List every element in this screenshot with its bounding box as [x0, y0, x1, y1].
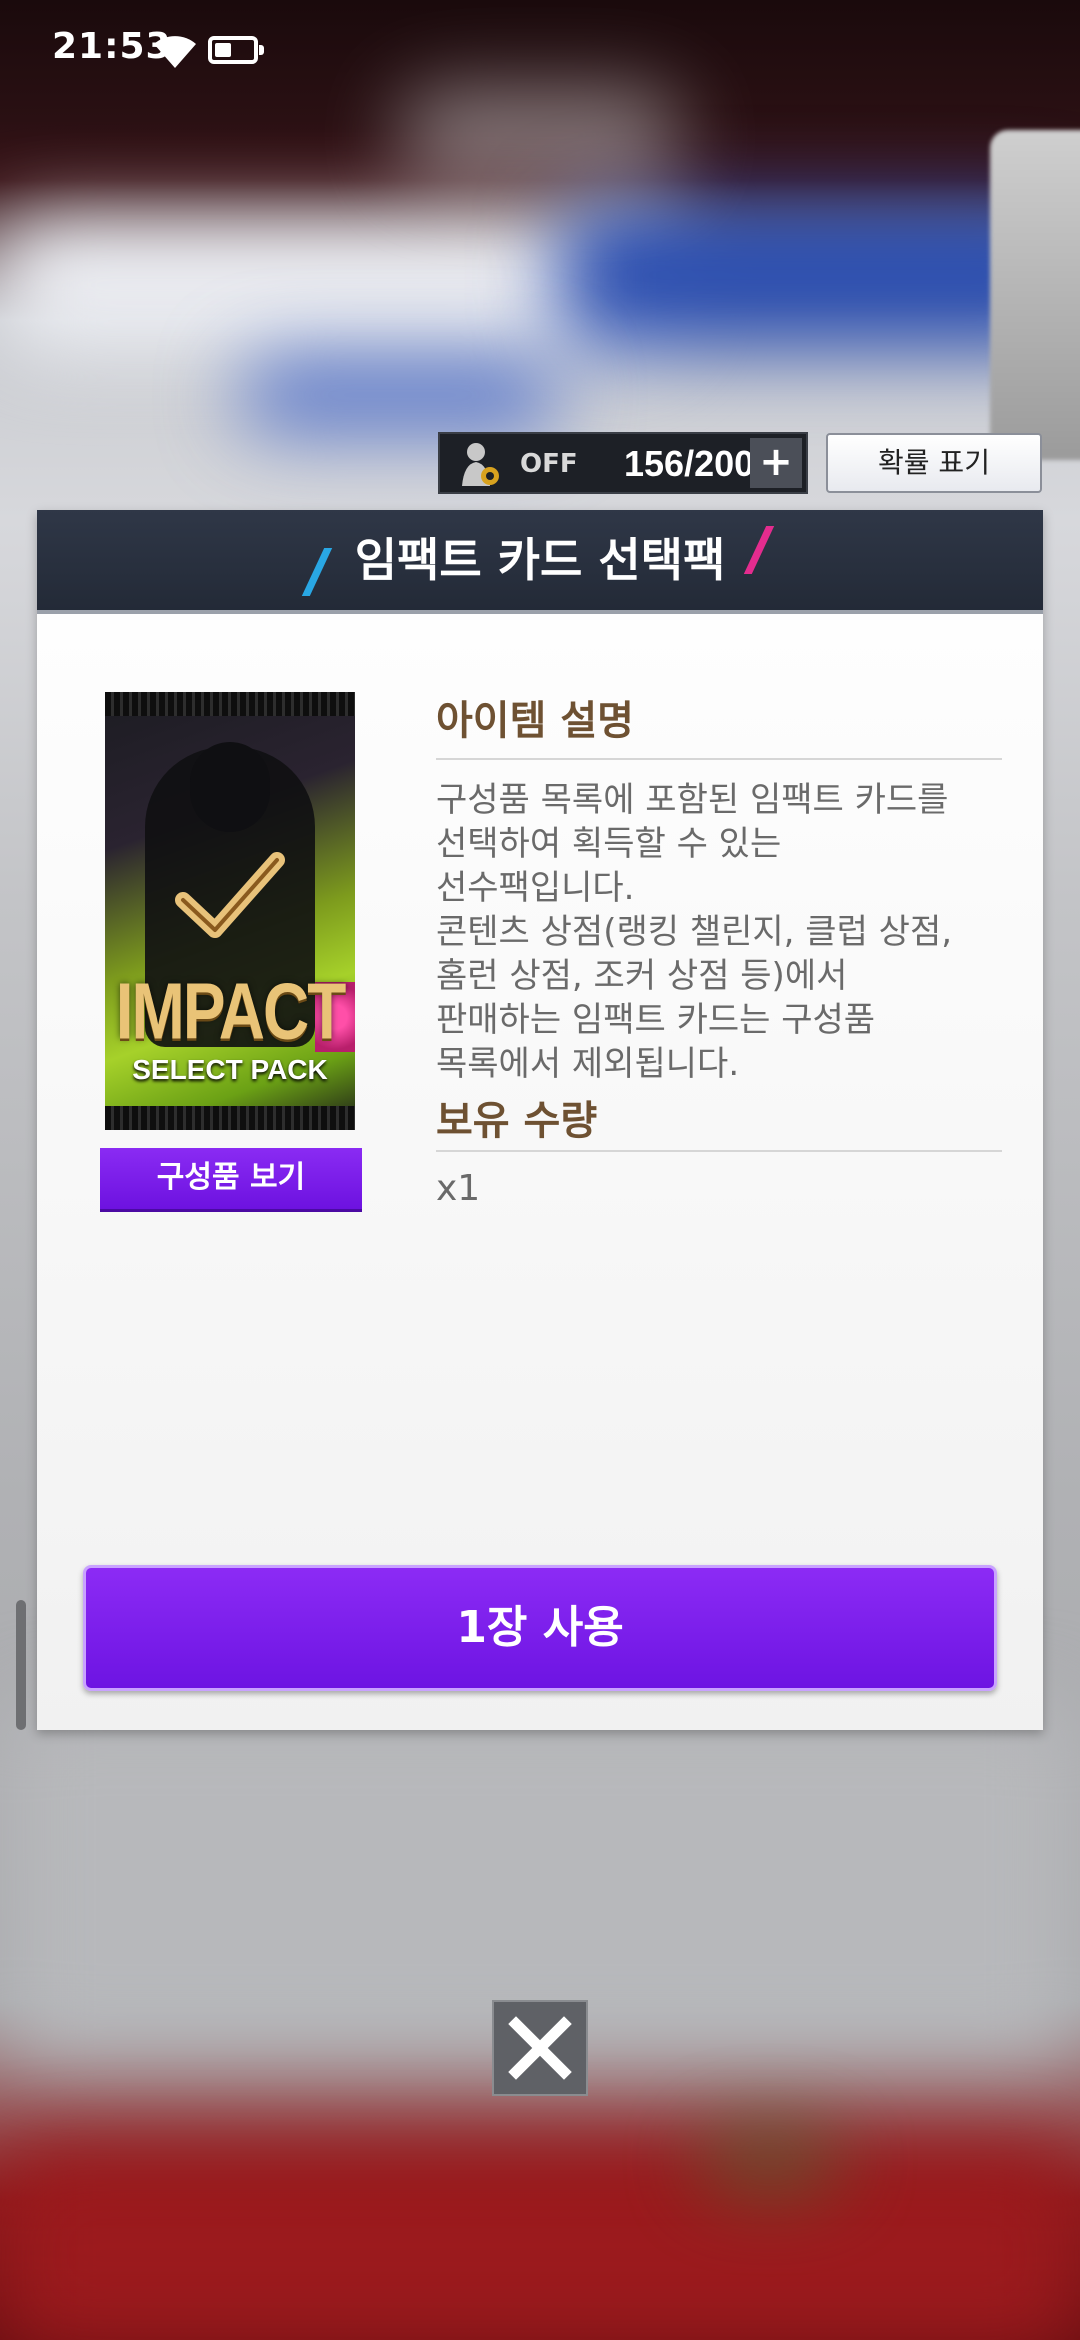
use-one-button[interactable]: 1장 사용	[83, 1565, 997, 1691]
pack-impact-text: IMPACT	[115, 966, 347, 1056]
inventory-count: 156/200	[624, 443, 755, 484]
dialog-header: 임팩트 카드 선택팩	[37, 510, 1043, 614]
status-bar: 21:53	[0, 0, 1080, 100]
description-title: 아이템 설명	[436, 698, 634, 744]
scroll-edge	[16, 1600, 26, 1730]
dialog-title: 임팩트 카드 선택팩	[354, 533, 726, 587]
wifi-icon	[154, 36, 196, 68]
add-slot-button[interactable]: +	[750, 438, 802, 488]
pack-image: IMPACT SELECT PACK	[105, 692, 355, 1130]
view-components-button[interactable]: 구성품 보기	[100, 1148, 362, 1212]
owned-quantity-value: x1	[436, 1168, 481, 1209]
close-icon	[508, 2016, 572, 2080]
divider	[436, 1150, 1002, 1152]
auto-sell-panel[interactable]: OFF 156/200 +	[438, 432, 808, 494]
probability-button[interactable]: 확률 표기	[826, 433, 1042, 493]
player-gear-icon	[462, 443, 499, 486]
side-card-preview	[990, 130, 1080, 460]
description-text: 구성품 목록에 포함된 임팩트 카드를 선택하여 획득할 수 있는 선수팩입니다…	[436, 780, 953, 1084]
auto-status: OFF	[520, 449, 578, 479]
owned-quantity-title: 보유 수량	[436, 1098, 598, 1144]
pack-select-text: SELECT PACK	[132, 1054, 328, 1085]
close-button[interactable]	[492, 2000, 588, 2096]
divider	[436, 758, 1002, 760]
battery-icon	[208, 36, 264, 64]
item-dialog: 임팩트 카드 선택팩 IMPACT SELECT PACK 구성품 보기 아이템…	[37, 510, 1043, 1730]
checkmark-icon	[175, 852, 285, 938]
